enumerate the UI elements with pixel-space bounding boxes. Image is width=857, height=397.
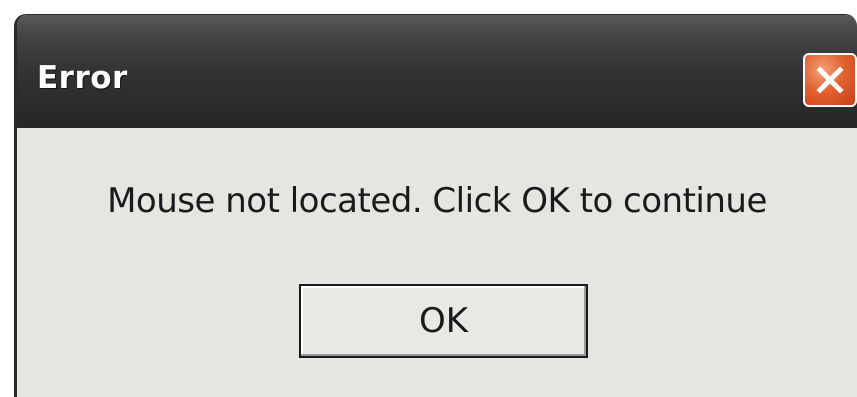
- error-dialog: Error Mouse not located. Click OK to con…: [14, 14, 857, 397]
- ok-button[interactable]: OK: [299, 284, 588, 358]
- close-button[interactable]: [803, 53, 857, 107]
- close-icon: [816, 66, 844, 94]
- error-message: Mouse not located. Click OK to continue: [107, 181, 767, 221]
- dialog-body: Mouse not located. Click OK to continue …: [17, 128, 857, 397]
- dialog-title: Error: [37, 60, 128, 96]
- title-bar[interactable]: Error: [17, 15, 857, 128]
- page: Error Mouse not located. Click OK to con…: [0, 0, 857, 397]
